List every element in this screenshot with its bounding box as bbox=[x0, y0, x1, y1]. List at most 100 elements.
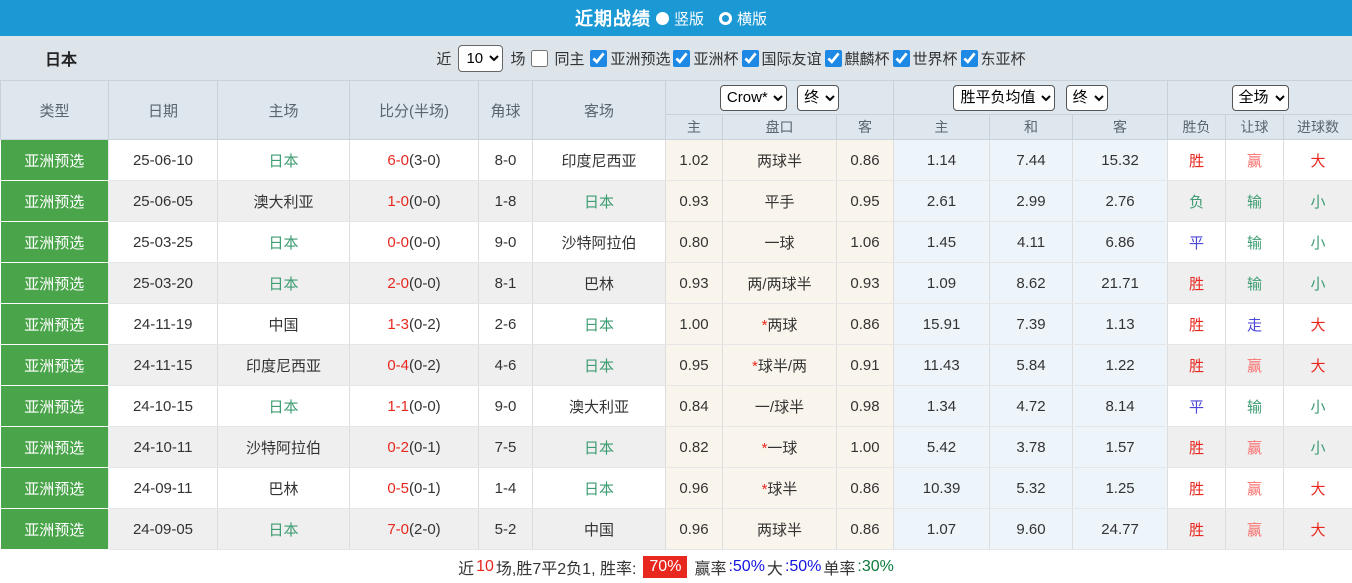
away-team-cell: 印度尼西亚 bbox=[533, 140, 666, 181]
vertical-layout-radio[interactable] bbox=[656, 12, 669, 25]
results-table: 类型 日期 主场 比分(半场) 角球 客场 Crow* 终 胜平负均值 终 全场 bbox=[0, 80, 1352, 550]
handicap-away-odds-cell: 0.91 bbox=[837, 345, 894, 386]
avg-home-cell: 15.91 bbox=[894, 304, 990, 345]
table-row: 亚洲预选 24-10-11 沙特阿拉伯 0-2(0-1) 7-5 日本 0.82… bbox=[1, 427, 1352, 468]
filter-bar: 日本 近 10 场 同主 亚洲预选亚洲杯国际友谊麒麟杯世界杯东亚杯 bbox=[0, 36, 1352, 80]
competition-checkbox[interactable] bbox=[961, 50, 978, 67]
match-date-cell: 25-06-05 bbox=[109, 181, 218, 222]
away-team-cell: 中国 bbox=[533, 509, 666, 550]
corners-cell: 8-1 bbox=[479, 263, 533, 304]
table-row: 亚洲预选 24-09-11 巴林 0-5(0-1) 1-4 日本 0.96 *球… bbox=[1, 468, 1352, 509]
handicap-home-odds-cell: 0.93 bbox=[666, 181, 723, 222]
competition-label[interactable]: 亚洲预选 bbox=[610, 48, 670, 69]
full-time-score: 0-4 bbox=[387, 357, 409, 374]
competition-label[interactable]: 国际友谊 bbox=[762, 48, 822, 69]
away-team-cell: 日本 bbox=[533, 345, 666, 386]
corners-cell: 7-5 bbox=[479, 427, 533, 468]
competition-checkbox[interactable] bbox=[673, 50, 690, 67]
scope-select[interactable]: 全场 bbox=[1232, 85, 1289, 111]
big-label: 大 bbox=[767, 555, 783, 579]
avg-draw-cell: 7.39 bbox=[990, 304, 1073, 345]
games-label: 场 bbox=[510, 48, 525, 69]
competition-label[interactable]: 东亚杯 bbox=[981, 48, 1026, 69]
summary-middle: 场,胜7平2负1, 胜率: bbox=[496, 555, 636, 579]
competition-checkbox[interactable] bbox=[825, 50, 842, 67]
half-time-score: (0-2) bbox=[409, 357, 441, 374]
score-cell: 1-0(0-0) bbox=[350, 181, 479, 222]
competition-label[interactable]: 麒麟杯 bbox=[845, 48, 890, 69]
handicap-line: 两球 bbox=[767, 317, 797, 334]
goals-result-cell: 大 bbox=[1284, 468, 1352, 509]
competition-checkbox[interactable] bbox=[590, 50, 607, 67]
sub-header-avg-away: 客 bbox=[1073, 115, 1168, 140]
match-date-cell: 24-09-05 bbox=[109, 509, 218, 550]
match-date-cell: 24-10-15 bbox=[109, 386, 218, 427]
home-team-cell: 日本 bbox=[218, 263, 350, 304]
col-header-type: 类型 bbox=[1, 81, 109, 140]
avg-draw-cell: 3.78 bbox=[990, 427, 1073, 468]
competition-filter: 国际友谊 bbox=[739, 48, 822, 69]
summary-footer: 近10场,胜7平2负1, 胜率: 70% 赢率:50% 大:50% 单率:30% bbox=[0, 550, 1352, 583]
sub-header-goals: 进球数 bbox=[1284, 115, 1352, 140]
handicap-line: 一球 bbox=[764, 235, 794, 252]
home-team-cell: 巴林 bbox=[218, 468, 350, 509]
col-header-away: 客场 bbox=[533, 81, 666, 140]
same-home-checkbox[interactable] bbox=[531, 50, 548, 67]
result-cell: 胜 bbox=[1168, 345, 1226, 386]
handicap-line-cell: 两球半 bbox=[723, 140, 837, 181]
avg-home-cell: 5.42 bbox=[894, 427, 990, 468]
col-header-date: 日期 bbox=[109, 81, 218, 140]
competition-checkbox[interactable] bbox=[742, 50, 759, 67]
avg-time-select[interactable]: 终 bbox=[1066, 85, 1108, 111]
handicap-line-cell: 一/球半 bbox=[723, 386, 837, 427]
same-home-label[interactable]: 同主 bbox=[554, 48, 584, 69]
avg-away-cell: 21.71 bbox=[1073, 263, 1168, 304]
competition-filter: 世界杯 bbox=[890, 48, 958, 69]
col-header-home: 主场 bbox=[218, 81, 350, 140]
page-title: 近期战绩 bbox=[575, 5, 651, 31]
horizontal-layout-radio[interactable] bbox=[719, 12, 732, 25]
competition-label[interactable]: 亚洲杯 bbox=[693, 48, 738, 69]
recent-count-select[interactable]: 10 bbox=[458, 45, 503, 72]
handicap-line: 平手 bbox=[764, 194, 794, 211]
win-odds-label: 赢率 bbox=[694, 555, 726, 579]
avg-away-cell: 1.22 bbox=[1073, 345, 1168, 386]
avg-select[interactable]: 胜平负均值 bbox=[953, 85, 1055, 111]
handicap-away-odds-cell: 0.86 bbox=[837, 140, 894, 181]
col-header-corner: 角球 bbox=[479, 81, 533, 140]
half-time-score: (0-1) bbox=[409, 480, 441, 497]
half-time-score: (0-1) bbox=[409, 439, 441, 456]
handicap-line-cell: 平手 bbox=[723, 181, 837, 222]
odds-company-select[interactable]: Crow* bbox=[720, 85, 787, 111]
average-group-header: 胜平负均值 终 bbox=[894, 81, 1168, 115]
table-row: 亚洲预选 24-10-15 日本 1-1(0-0) 9-0 澳大利亚 0.84 … bbox=[1, 386, 1352, 427]
handicap-line: 一/球半 bbox=[755, 399, 804, 416]
recent-label: 近 bbox=[436, 48, 451, 69]
match-type-cell: 亚洲预选 bbox=[1, 427, 109, 468]
big-value: :50% bbox=[785, 558, 821, 576]
horizontal-layout-label[interactable]: 横版 bbox=[737, 8, 767, 29]
sub-header-avg-draw: 和 bbox=[990, 115, 1073, 140]
half-time-score: (0-0) bbox=[409, 234, 441, 251]
full-time-score: 2-0 bbox=[387, 275, 409, 292]
handicap-group-header: Crow* 终 bbox=[666, 81, 894, 115]
full-time-score: 1-3 bbox=[387, 316, 409, 333]
goals-result-cell: 大 bbox=[1284, 304, 1352, 345]
full-time-score: 1-1 bbox=[387, 398, 409, 415]
match-date-cell: 24-11-15 bbox=[109, 345, 218, 386]
result-cell: 胜 bbox=[1168, 509, 1226, 550]
score-cell: 0-5(0-1) bbox=[350, 468, 479, 509]
handicap-home-odds-cell: 1.00 bbox=[666, 304, 723, 345]
odds-time-select[interactable]: 终 bbox=[797, 85, 839, 111]
competition-label[interactable]: 世界杯 bbox=[913, 48, 958, 69]
corners-cell: 5-2 bbox=[479, 509, 533, 550]
avg-draw-cell: 2.99 bbox=[990, 181, 1073, 222]
vertical-layout-label[interactable]: 竖版 bbox=[674, 8, 704, 29]
away-team-cell: 日本 bbox=[533, 468, 666, 509]
competition-checkbox[interactable] bbox=[893, 50, 910, 67]
result-cell: 胜 bbox=[1168, 468, 1226, 509]
recent-results-panel: 近期战绩 竖版 横版 日本 近 10 场 同主 亚洲预选 亚洲杯 国际友谊 麒麟杯 世界… bbox=[0, 0, 1352, 583]
match-date-cell: 25-06-10 bbox=[109, 140, 218, 181]
handicap-home-odds-cell: 0.84 bbox=[666, 386, 723, 427]
sub-header-avg-home: 主 bbox=[894, 115, 990, 140]
